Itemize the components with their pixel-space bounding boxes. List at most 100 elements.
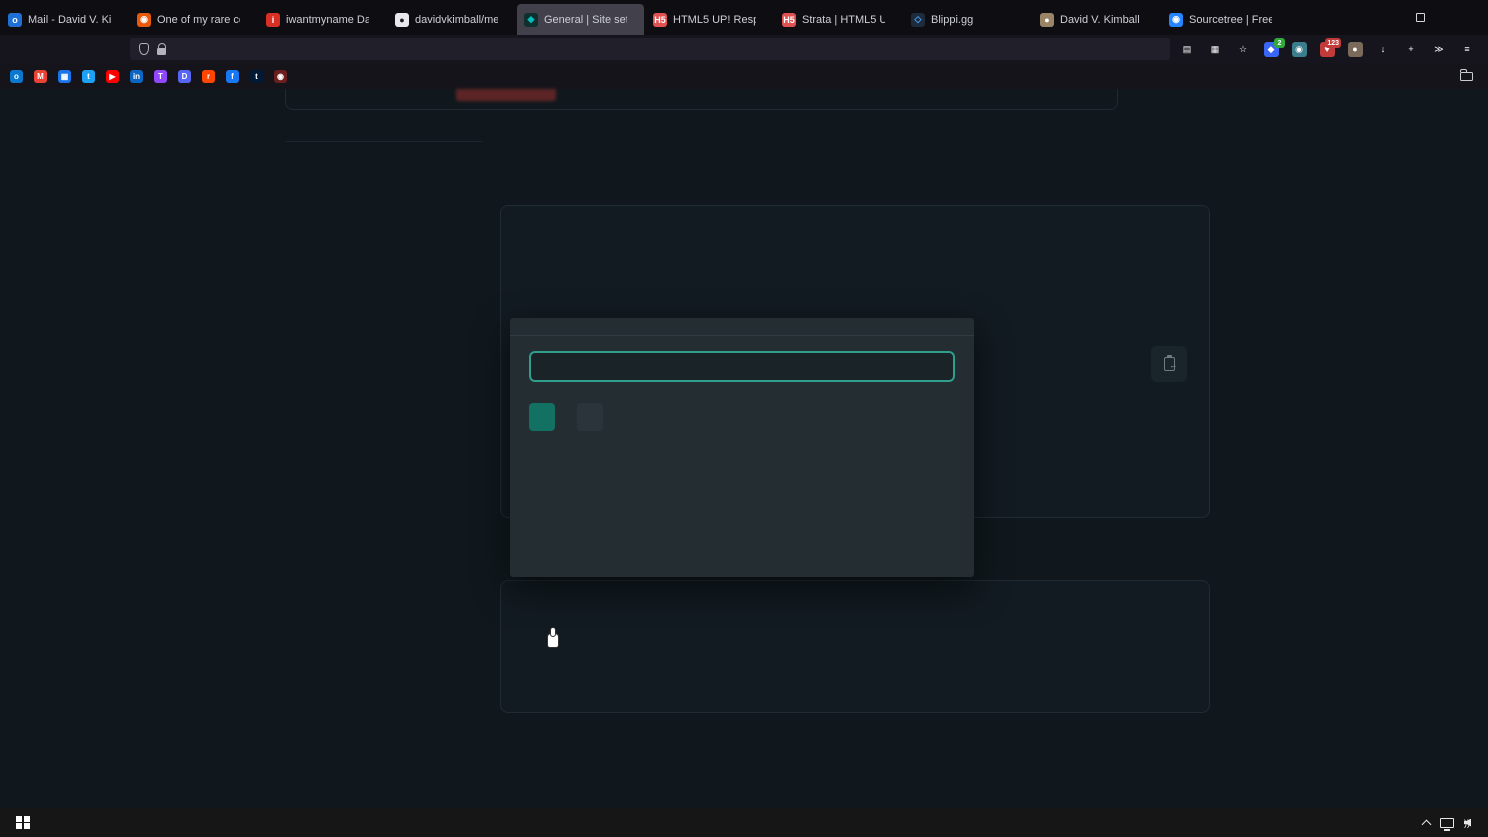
tab-title: General | Site settings [544,14,627,26]
network-icon[interactable] [1440,818,1454,828]
tab-title: Sourcetree | Free Git [1189,14,1272,26]
app-grid-icon[interactable]: ▦ [1202,38,1228,60]
bookmark-reddit[interactable]: r [202,70,215,83]
tab-title: Mail - David V. Kimba [28,14,111,26]
tab-title: Blippi.gg [931,14,1014,26]
tab-david-kimball[interactable]: ● David V. Kimball - Di [1033,4,1160,35]
bookmark-toggl[interactable] [317,70,335,83]
tab-html5up[interactable]: H5 HTML5 UP! Respons [646,4,773,35]
toggl-icon [317,70,330,83]
extensions-icon[interactable]: + [1398,38,1424,60]
back-icon[interactable] [8,38,34,60]
home-icon[interactable] [97,38,123,60]
page-content [0,89,1488,808]
new-tab-button[interactable] [1290,0,1320,35]
windows-taskbar: )) [0,808,1488,837]
tab-rare-collection[interactable]: ◉ One of my rare collec [130,4,257,35]
window-minimize-button[interactable] [1353,0,1398,35]
tab-favicon: ● [395,13,409,27]
nav-icon-glyph: ☆ [1236,42,1251,57]
tray-chevron-icon[interactable] [1422,819,1432,829]
scrolled-card-remnant [285,89,1118,110]
icon-badge: 2 [1274,38,1285,48]
profile-avatar[interactable]: ● [1342,38,1368,60]
mouse-cursor [548,634,558,647]
tab-title: HTML5 UP! Respons [673,14,756,26]
tab-favicon: ◆ [524,13,538,27]
tab-github-melee[interactable]: ● davidvkimball/melee [388,4,515,35]
nav-icon-glyph: ● [1348,42,1363,57]
copy-button[interactable] [1151,346,1187,382]
tab-favicon: o [8,13,22,27]
nav-icon-glyph: ≡ [1460,42,1475,57]
tab-favicon: i [266,13,280,27]
bookmark-gmail[interactable]: M [34,70,47,83]
reader-view-icon[interactable]: ▤ [1174,38,1200,60]
save-button[interactable] [529,403,555,431]
tab-favicon: H5 [782,13,796,27]
nav-icon-glyph: ▤ [1180,42,1195,57]
window-close-button[interactable] [1443,0,1488,35]
browser-nav-bar: ▤ ▦ ☆ ◆ 2 ◉ ♥ 123 ● ↓ [0,35,1488,63]
bookmark-app-blue[interactable]: ▦ [58,70,71,83]
windows-logo-icon [16,816,29,829]
tab-title: David V. Kimball - Di [1060,14,1143,26]
tab-favicon: ● [1040,13,1054,27]
nav-icon-glyph: ≫ [1432,42,1447,57]
icon-badge: 123 [1325,38,1341,48]
site-name-input[interactable] [529,351,955,382]
bookmark-star-icon[interactable]: ☆ [1230,38,1256,60]
bookmark-outlook[interactable]: o [10,70,23,83]
bookmark-discord[interactable]: D [178,70,191,83]
tab-strata[interactable]: H5 Strata | HTML5 UP [775,4,902,35]
tab-blippi[interactable]: ◇ Blippi.gg [904,4,1031,35]
menu-icon[interactable]: ≡ [1454,38,1480,60]
cancel-button[interactable] [577,403,603,431]
nav-icon-glyph: ▦ [1208,42,1223,57]
tab-favicon: ◉ [1169,13,1183,27]
addons-card [500,580,1210,713]
overflow-icon[interactable]: ≫ [1426,38,1452,60]
password-manager-icon[interactable]: ♥ 123 [1314,38,1340,60]
clipboard-icon [1164,357,1175,371]
forward-icon[interactable] [38,38,64,60]
tab-netlify-settings[interactable]: ◆ General | Site settings [517,4,644,35]
tab-mail[interactable]: o Mail - David V. Kimba [1,4,128,35]
tracking-shield-icon[interactable] [139,43,149,55]
url-bar[interactable] [130,38,1170,60]
tab-iwantmyname[interactable]: i iwantmyname Dashb [259,4,386,35]
restore-icon [1416,13,1425,22]
volume-icon[interactable]: )) [1464,818,1470,828]
adblock-icon[interactable]: ◆ 2 [1258,38,1284,60]
bookmark-tumblr[interactable]: t [250,70,263,83]
lock-icon[interactable] [157,48,166,55]
downloads-icon[interactable]: ↓ [1370,38,1396,60]
folder-icon [1460,72,1473,81]
bookmark-youtube[interactable]: ▶ [106,70,119,83]
start-button[interactable] [6,808,40,837]
tab-title: Strata | HTML5 UP [802,14,885,26]
tab-favicon: ◇ [911,13,925,27]
window-restore-button[interactable] [1398,0,1443,35]
tab-sourcetree[interactable]: ◉ Sourcetree | Free Git [1162,4,1289,35]
mask-extension-icon[interactable]: ◉ [1286,38,1312,60]
change-site-name-modal [510,318,974,577]
bookmark-facebook[interactable]: f [226,70,239,83]
settings-sidenav [285,141,483,142]
tab-title: iwantmyname Dashb [286,14,369,26]
bookmark-twitch[interactable]: T [154,70,167,83]
bookmark-wheel[interactable]: ◉ [274,70,287,83]
browser-tab-bar: o Mail - David V. Kimba ◉ One of my rare… [0,0,1488,35]
bookmark-linkedin[interactable]: in [130,70,143,83]
nav-icon-glyph: ◉ [1292,42,1307,57]
tab-title: One of my rare collec [157,14,240,26]
modal-divider [510,335,974,336]
reload-icon[interactable] [67,38,93,60]
other-bookmarks[interactable] [1460,72,1478,81]
tab-favicon: ◉ [137,13,151,27]
scrolled-red-button-remnant [456,89,556,101]
nav-icon-glyph: + [1404,42,1419,57]
nav-icon-glyph: ↓ [1376,42,1391,57]
tab-title: davidvkimball/melee [415,14,498,26]
bookmark-twitter[interactable]: t [82,70,95,83]
